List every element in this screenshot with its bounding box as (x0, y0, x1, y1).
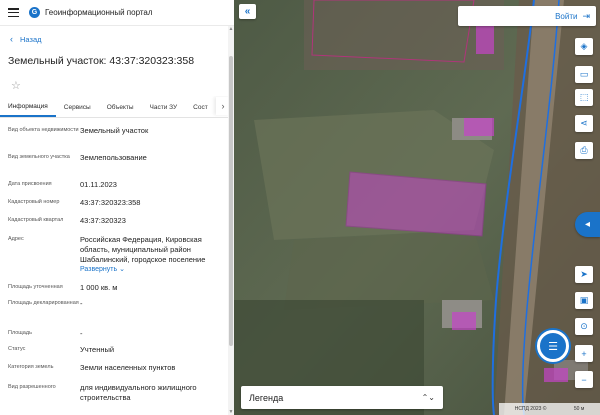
tab-parts[interactable]: Части ЗУ (142, 104, 186, 117)
portal-title: Геоинформационный портал (45, 8, 153, 17)
double-chevron-left-icon: « (244, 6, 251, 17)
property-label: Вид разрешенного (8, 384, 56, 390)
property-label: Вид объекта недвижимости (8, 127, 79, 133)
place-search-button[interactable]: ⊙ (575, 318, 593, 335)
property-row: Вид объекта недвижимости Земельный участ… (8, 126, 228, 153)
back-link[interactable]: ‹ Назад (10, 34, 234, 45)
select-area-button[interactable]: ⬚ (575, 89, 593, 106)
property-label: Вид земельного участка (8, 154, 70, 160)
property-row: Площадь - (8, 329, 228, 345)
print-button[interactable]: ⎙ (575, 142, 593, 159)
scrollbar-thumb[interactable] (229, 56, 233, 346)
property-value: - (80, 299, 83, 308)
screen-button[interactable]: ▣ (575, 292, 593, 309)
property-value: 43:37:320323:358 (80, 198, 141, 207)
locate-button[interactable]: ➤ (575, 266, 593, 283)
property-label: Адрес (8, 236, 24, 242)
login-label: Войти (555, 11, 578, 21)
property-label: Площадь уточненная (8, 284, 63, 290)
side-panel-button[interactable]: ◂ (575, 212, 600, 237)
layers-button[interactable]: ◈ (575, 38, 593, 55)
chevron-down-icon: ⌄ (119, 266, 125, 273)
tab-state[interactable]: Сост (185, 104, 216, 117)
select-area-icon: ⬚ (579, 92, 589, 102)
plus-icon: + (581, 348, 587, 359)
property-value: для индивидуального жилищного строительс… (80, 383, 197, 402)
tab-bar: Информация Сервисы Объекты Части ЗУ Сост… (0, 96, 230, 118)
property-row: Категория земель Земли населенных пункто… (8, 363, 228, 383)
login-icon: ⇥ (582, 10, 590, 21)
property-row: Площадь декларированная - (8, 299, 228, 329)
expand-label: Развернуть (80, 266, 118, 273)
property-value: 1 000 кв. м (80, 283, 118, 292)
property-value: 01.11.2023 (80, 180, 117, 189)
scale-label: 50 м (573, 406, 585, 412)
star-icon[interactable]: ☆ (11, 80, 23, 92)
property-label: Кадастровый номер (8, 199, 60, 205)
collapse-panel-button[interactable]: « (239, 4, 256, 19)
property-row: Кадастровый квартал 43:37:320323 (8, 216, 228, 235)
print-icon: ⎙ (580, 145, 588, 155)
side-panel-icon: ◂ (584, 219, 591, 230)
basemap-icon: ▭ (579, 69, 589, 79)
legend-dropdown[interactable]: Легенда ⌃⌄ (241, 386, 443, 409)
attribution-text: НСПД 2023 © (514, 406, 547, 412)
property-label: Статус (8, 346, 26, 352)
property-value: Российская Федерация, Кировская область,… (80, 235, 206, 264)
expand-link[interactable]: Развернуть ⌄ (80, 265, 225, 275)
property-row: Вид земельного участка Землепользование (8, 153, 228, 180)
chat-button[interactable]: ☰ (537, 330, 569, 362)
portal-logo-icon: G (29, 7, 40, 18)
property-label: Кадастровый квартал (8, 217, 64, 223)
tab-info[interactable]: Информация (0, 103, 56, 117)
property-value: Учтенный (80, 345, 115, 354)
property-value: Земельный участок (80, 126, 149, 135)
property-row: Статус Учтенный (8, 345, 228, 363)
property-value: Землепользование (80, 153, 147, 162)
navigation-icon: ➤ (580, 269, 588, 279)
property-value: Земли населенных пунктов (80, 363, 176, 372)
zoom-out-button[interactable]: − (575, 371, 593, 388)
tab-objects[interactable]: Объекты (99, 104, 142, 117)
property-row: Адрес Российская Федерация, Кировская об… (8, 235, 228, 283)
property-label: Дата присвоения (8, 181, 52, 187)
screen-icon: ▣ (579, 295, 589, 305)
info-panel: G Геоинформационный портал ‹ Назад Земел… (0, 0, 234, 415)
chevron-left-icon: ‹ (10, 34, 13, 44)
place-search-icon: ⊙ (580, 321, 588, 331)
back-label: Назад (20, 35, 42, 44)
property-label: Площадь декларированная (8, 300, 79, 306)
legend-label: Легенда (249, 392, 284, 403)
scale-attribution: НСПД 2023 © 50 м (499, 403, 600, 415)
map-view[interactable]: « Войти ⇥ ◈ ▭ ⬚ ⋖ ⎙ ◂ ➤ ▣ ⊙ + − ☰ Легенд… (234, 0, 600, 415)
property-label: Площадь (8, 330, 32, 336)
property-row: Дата присвоения 01.11.2023 (8, 180, 228, 198)
property-row: Вид разрешенного для индивидуального жил… (8, 383, 228, 405)
top-bar: G Геоинформационный портал (0, 0, 234, 26)
minus-icon: − (581, 374, 587, 385)
menu-icon[interactable] (8, 8, 19, 17)
page-title: Земельный участок: 43:37:320323:358 (8, 55, 195, 67)
login-button[interactable]: Войти ⇥ (458, 6, 596, 26)
properties-list: Вид объекта недвижимости Земельный участ… (8, 126, 228, 405)
property-row: Площадь уточненная 1 000 кв. м (8, 283, 228, 299)
property-value: 43:37:320323 (80, 216, 126, 225)
chevron-updown-icon: ⌃⌄ (421, 393, 435, 402)
chat-icon: ☰ (548, 340, 558, 353)
share-button[interactable]: ⋖ (575, 115, 593, 132)
property-label: Категория земель (8, 364, 54, 370)
basemap-button[interactable]: ▭ (575, 66, 593, 83)
property-row: Кадастровый номер 43:37:320323:358 (8, 198, 228, 216)
tab-services[interactable]: Сервисы (56, 104, 99, 117)
layers-icon: ◈ (580, 41, 588, 51)
property-value: - (80, 329, 83, 338)
share-icon: ⋖ (580, 118, 588, 128)
zoom-in-button[interactable]: + (575, 345, 593, 362)
